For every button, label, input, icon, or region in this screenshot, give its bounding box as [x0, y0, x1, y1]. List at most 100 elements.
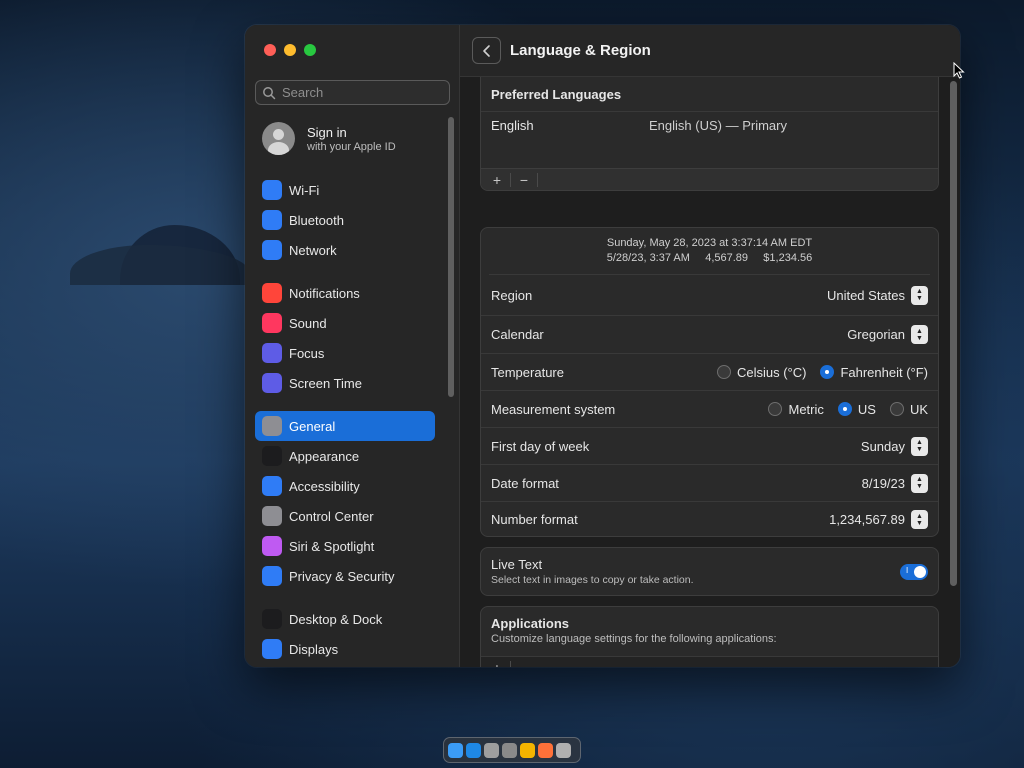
us-radio[interactable]: US	[837, 402, 876, 417]
radio-button-on	[820, 365, 835, 379]
sidebar-item-screen-time[interactable]: Screen Time	[255, 368, 435, 398]
uk-radio[interactable]: UK	[889, 402, 928, 417]
first-day-label: First day of week	[491, 438, 590, 454]
settings-content: Preferred Languages English English (US)…	[480, 77, 940, 667]
divider	[510, 172, 511, 187]
apple-id-signin[interactable]: Sign in with your Apple ID	[262, 122, 396, 155]
temperature-row: Temperature Celsius (°C) Fahrenheit (°F)	[481, 353, 938, 390]
content-scrollbar[interactable]	[950, 81, 957, 586]
sidebar-item-sound[interactable]: Sound	[255, 308, 435, 338]
finder-icon[interactable]	[448, 742, 463, 758]
sidebar-item-control-center[interactable]: Control Center	[255, 501, 435, 531]
first-day-row: First day of week Sunday ▲ ▼	[481, 427, 938, 464]
firefox-icon[interactable]	[538, 742, 553, 758]
close-button[interactable]	[264, 44, 276, 56]
search-icon	[263, 86, 276, 99]
add-application-button[interactable]: +	[486, 660, 508, 667]
back-button[interactable]	[472, 37, 501, 64]
toggle-on-glyph: I	[906, 565, 909, 575]
trash-icon[interactable]	[556, 742, 571, 758]
date-format-label: Date format	[491, 475, 559, 491]
radio-button-off	[716, 365, 731, 379]
number-format-label: Number format	[491, 512, 578, 527]
wifi-icon	[262, 180, 282, 200]
chevron-left-icon	[482, 44, 490, 57]
sidebar-scrollbar[interactable]	[448, 117, 454, 397]
calendar-value: Gregorian	[847, 327, 905, 342]
sidebar-item-label: Screen Time	[289, 375, 362, 391]
sidebar-item-bluetooth[interactable]: Bluetooth	[255, 205, 435, 235]
avatar	[262, 122, 295, 155]
sidebar-item-desktop-dock[interactable]: Desktop & Dock	[255, 604, 435, 634]
celsius-radio[interactable]: Celsius (°C)	[716, 365, 806, 380]
applications-panel: Applications Customize language settings…	[480, 606, 939, 667]
siri-icon	[262, 536, 282, 556]
sidebar-item-wi-fi[interactable]: Wi-Fi	[255, 175, 435, 205]
language-detail: English (US) — Primary	[649, 118, 787, 133]
preview-date: Sunday, May 28, 2023 at 3:37:14 AM EDT	[606, 237, 813, 249]
metric-radio[interactable]: Metric	[768, 402, 824, 417]
remove-application-button[interactable]: −	[513, 660, 535, 667]
sidebar-item-accessibility[interactable]: Accessibility	[255, 471, 435, 501]
live-text-toggle[interactable]: I	[900, 563, 928, 580]
moon-icon	[262, 343, 282, 363]
appearance-icon	[262, 446, 282, 466]
sidebar-item-notifications[interactable]: Notifications	[255, 278, 435, 308]
system-settings-icon[interactable]	[502, 742, 517, 758]
toolbar: Language & Region	[460, 25, 960, 77]
zoom-button[interactable]	[304, 44, 316, 56]
search-input[interactable]	[282, 85, 442, 100]
number-format-select[interactable]: 1,234,567.89 ▲ ▼	[829, 510, 928, 529]
first-day-value: Sunday	[860, 438, 905, 454]
region-select[interactable]: United States ▲ ▼	[827, 285, 928, 305]
measurement-label: Measurement system	[491, 401, 616, 417]
hand-icon	[262, 566, 282, 586]
signin-title: Sign in	[307, 124, 347, 140]
sidebar-item-displays[interactable]: Displays	[255, 634, 435, 664]
add-language-button[interactable]: +	[486, 172, 508, 188]
date-format-row: Date format 8/19/23 ▲ ▼	[481, 464, 938, 501]
language-row[interactable]: English English (US) — Primary	[481, 112, 938, 168]
sidebar-item-label: Displays	[289, 641, 339, 657]
first-day-select[interactable]: Sunday ▲ ▼	[860, 436, 928, 456]
applications-list-controls: + −	[481, 657, 938, 667]
number-format-row: Number format 1,234,567.89 ▲ ▼	[481, 501, 938, 536]
safari-icon[interactable]	[466, 742, 481, 758]
sidebar-item-label: Sound	[289, 315, 327, 331]
page-title: Language & Region	[510, 42, 651, 59]
minimize-button[interactable]	[284, 44, 296, 56]
language-list-controls: + −	[481, 168, 938, 190]
bluetooth-icon	[262, 210, 282, 230]
sidebar-item-appearance[interactable]: Appearance	[255, 441, 435, 471]
calendar-row: Calendar Gregorian ▲ ▼	[481, 315, 938, 353]
applications-subtitle: Customize language settings for the foll…	[491, 633, 777, 645]
search-field[interactable]	[255, 80, 450, 105]
sidebar-item-network[interactable]: Network	[255, 235, 435, 265]
sidebar-item-general[interactable]: General	[255, 411, 435, 441]
sidebar-item-label: Appearance	[289, 448, 360, 464]
sidebar-item-siri-spotlight[interactable]: Siri & Spotlight	[255, 531, 435, 561]
sidebar-item-focus[interactable]: Focus	[255, 338, 435, 368]
sidebar-item-label: General	[289, 418, 336, 434]
main-pane: Language & Region Preferred Languages En…	[460, 25, 960, 667]
control-center-icon	[262, 506, 282, 526]
sidebar-item-privacy-security[interactable]: Privacy & Security	[255, 561, 435, 591]
number-format-value: 1,234,567.89	[829, 512, 905, 527]
fahrenheit-radio[interactable]: Fahrenheit (°F)	[820, 365, 928, 380]
chrome-icon[interactable]	[520, 742, 535, 758]
sidebar-item-label: Control Center	[289, 508, 374, 524]
calendar-select[interactable]: Gregorian ▲ ▼	[847, 325, 928, 344]
bell-icon	[262, 283, 282, 303]
radio-button-off	[768, 402, 783, 416]
date-format-value: 8/19/23	[861, 475, 905, 491]
remove-language-button[interactable]: −	[513, 172, 535, 188]
up-down-chevron-icon: ▲ ▼	[911, 510, 928, 529]
launchpad-icon[interactable]	[484, 742, 499, 758]
sidebar-item-label: Notifications	[289, 285, 360, 301]
up-down-chevron-icon: ▲ ▼	[911, 325, 928, 344]
radio-button-off	[889, 402, 904, 416]
format-preview: Sunday, May 28, 2023 at 3:37:14 AM EDT 5…	[489, 228, 930, 275]
date-format-select[interactable]: 8/19/23 ▲ ▼	[861, 473, 928, 493]
speaker-icon	[262, 313, 282, 333]
